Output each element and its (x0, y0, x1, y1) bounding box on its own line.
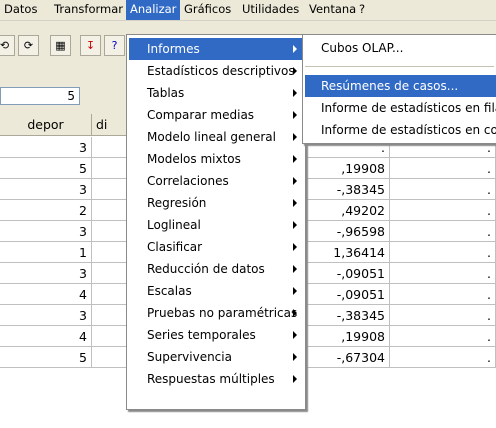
submenu-arrow-icon (293, 111, 297, 119)
submenu-item-resumenes-de-casos[interactable]: Resúmenes de casos... (305, 75, 496, 97)
submenu-arrow-icon (293, 45, 297, 53)
submenu-arrow-icon (293, 265, 297, 273)
grid-cell[interactable]: 3 (0, 137, 92, 158)
submenu-arrow-icon (293, 155, 297, 163)
grid-cell[interactable]: . (390, 347, 496, 368)
submenu-item-cubos-olap[interactable]: Cubos OLAP... (305, 37, 496, 59)
submenu-arrow-icon (293, 177, 297, 185)
menu-item-label: Correlaciones (147, 174, 229, 188)
grid-cell[interactable]: . (390, 263, 496, 284)
grid-cell[interactable]: 3 (0, 179, 92, 200)
menu-item-label: Series temporales (147, 328, 256, 342)
analizar-menu: Informes Estadísticos descriptivos Tablas C… (126, 34, 306, 410)
grid-cell[interactable]: 2 (0, 200, 92, 221)
menu-item-correlaciones[interactable]: Correlaciones (129, 170, 303, 192)
menu-item-supervivencia[interactable]: Supervivencia (129, 346, 303, 368)
grid-cell[interactable]: . (390, 305, 496, 326)
menu-item-label: Informes (147, 42, 200, 56)
menu-item-label: Escalas (147, 284, 192, 298)
menu-item-estadisticos-descriptivos[interactable]: Estadísticos descriptivos (129, 60, 303, 82)
grid-cell[interactable]: . (390, 200, 496, 221)
goto-case-icon[interactable]: ↧ (80, 35, 101, 56)
menu-datos[interactable]: Datos (0, 0, 41, 20)
menu-item-label: Comparar medias (147, 108, 255, 122)
undo-icon[interactable]: ⟲ (0, 35, 15, 56)
menu-item-regresion[interactable]: Regresión (129, 192, 303, 214)
redo-icon[interactable]: ⟳ (18, 35, 39, 56)
menu-item-label: Respuestas múltiples (147, 372, 275, 386)
menu-item-label: Pruebas no paramétricas (147, 306, 298, 320)
grid-cell[interactable]: . (390, 221, 496, 242)
grid-cell[interactable]: 3 (0, 263, 92, 284)
grid-cell[interactable]: 4 (0, 284, 92, 305)
submenu-item-informe-de-estadisticos-en-columnas[interactable]: Informe de estadísticos en columnas... (305, 119, 496, 141)
menu-item-label: Modelos mixtos (147, 152, 241, 166)
menu-item-label: Supervivencia (147, 350, 232, 364)
submenu-arrow-icon (293, 375, 297, 383)
menu-item-informes[interactable]: Informes (129, 38, 303, 60)
submenu-arrow-icon (293, 331, 297, 339)
menu-item-label: Tablas (147, 86, 185, 100)
menu-item-pruebas-no-parametricas[interactable]: Pruebas no paramétricas (129, 302, 303, 324)
menu-analizar[interactable]: Analizar (126, 0, 181, 20)
menu-utilidades[interactable]: Utilidades (238, 0, 303, 20)
variables-icon[interactable]: ? (104, 35, 125, 56)
grid-cell[interactable]: . (390, 242, 496, 263)
chart-icon[interactable]: ▦ (50, 35, 71, 56)
submenu-arrow-icon (293, 353, 297, 361)
submenu-arrow-icon (293, 309, 297, 317)
menu-separator (305, 66, 494, 67)
grid-cell[interactable]: 1 (0, 242, 92, 263)
menu-help[interactable]: ? (355, 0, 369, 20)
menu-item-clasificar[interactable]: Clasificar (129, 236, 303, 258)
menu-item-reduccion-de-datos[interactable]: Reducción de datos (129, 258, 303, 280)
submenu-item-informe-de-estadisticos-en-filas[interactable]: Informe de estadísticos en filas... (305, 97, 496, 119)
grid-cell[interactable]: 3 (0, 305, 92, 326)
grid-cell[interactable]: . (390, 326, 496, 347)
menu-item-label: Modelo lineal general (147, 130, 276, 144)
menu-item-label: Regresión (147, 196, 207, 210)
submenu-arrow-icon (293, 243, 297, 251)
submenu-arrow-icon (293, 89, 297, 97)
cell-editor[interactable]: 5 (0, 87, 80, 105)
menu-item-label: Loglineal (147, 218, 201, 232)
grid-cell[interactable]: . (390, 284, 496, 305)
menu-item-respuestas-multiples[interactable]: Respuestas múltiples (129, 368, 303, 390)
column-header-depor[interactable]: depor (0, 114, 92, 136)
informes-submenu: Cubos OLAP... Resúmenes de casos... Inform… (302, 34, 496, 144)
menu-transformar[interactable]: Transformar (50, 0, 127, 20)
submenu-arrow-icon (293, 67, 297, 75)
grid-cell[interactable]: 4 (0, 326, 92, 347)
grid-cell[interactable]: 3 (0, 221, 92, 242)
menu-item-label: Clasificar (147, 240, 203, 254)
menu-graficos[interactable]: Gráficos (180, 0, 235, 20)
menu-item-loglineal[interactable]: Loglineal (129, 214, 303, 236)
menu-bar: Datos Transformar Analizar Gráficos Util… (0, 0, 496, 21)
grid-cell[interactable]: 5 (0, 347, 92, 368)
submenu-arrow-icon (293, 221, 297, 229)
menu-item-series-temporales[interactable]: Series temporales (129, 324, 303, 346)
menu-item-comparar-medias[interactable]: Comparar medias (129, 104, 303, 126)
menu-item-modelo-lineal-general[interactable]: Modelo lineal general (129, 126, 303, 148)
menu-ventana[interactable]: Ventana (305, 0, 360, 20)
menu-item-label: Reducción de datos (147, 262, 265, 276)
submenu-arrow-icon (293, 199, 297, 207)
menu-item-escalas[interactable]: Escalas (129, 280, 303, 302)
menu-item-tablas[interactable]: Tablas (129, 82, 303, 104)
menu-item-modelos-mixtos[interactable]: Modelos mixtos (129, 148, 303, 170)
grid-cell[interactable]: . (390, 158, 496, 179)
grid-cell[interactable]: 5 (0, 158, 92, 179)
grid-cell[interactable]: . (390, 179, 496, 200)
submenu-arrow-icon (293, 133, 297, 141)
menu-item-label: Estadísticos descriptivos (147, 64, 295, 78)
submenu-arrow-icon (293, 287, 297, 295)
